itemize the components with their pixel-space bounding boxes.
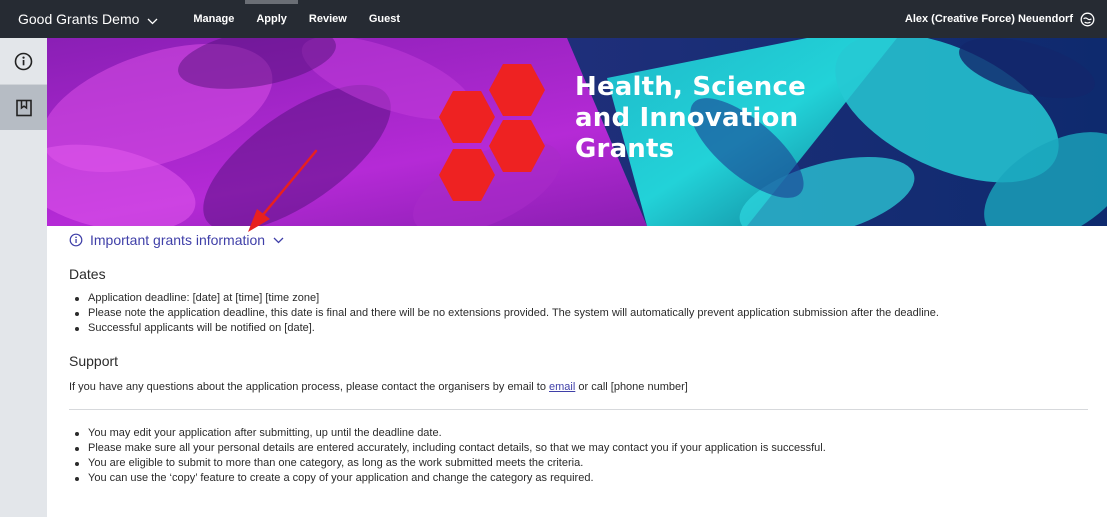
important-info-label: Important grants information <box>90 232 266 248</box>
sidebar-info-button[interactable] <box>0 38 47 84</box>
nav-review[interactable]: Review <box>298 0 358 38</box>
user-name: Alex (Creative Force) Neuendorf <box>904 13 1073 25</box>
top-navbar: Good Grants Demo Manage Apply Review Gue… <box>0 0 1107 38</box>
chevron-down-icon <box>147 12 158 28</box>
list-item: You may edit your application after subm… <box>69 426 826 441</box>
list-item: You are eligible to submit to more than … <box>69 456 826 471</box>
divider <box>69 409 1088 410</box>
hero-banner: Health, Science and Innovation Grants <box>47 38 1107 226</box>
nav-manage[interactable]: Manage <box>182 0 245 38</box>
list-item: Application deadline: [date] at [time] [… <box>69 291 939 306</box>
list-item: Please make sure all your personal detai… <box>69 441 826 456</box>
bookmark-icon <box>15 99 32 116</box>
list-item: Successful applicants will be notified o… <box>69 321 939 336</box>
nav-apply[interactable]: Apply <box>245 0 298 38</box>
info-circle-icon <box>14 52 33 70</box>
sidebar-bookmark-button[interactable] <box>0 84 47 130</box>
notes-list: You may edit your application after subm… <box>69 426 826 486</box>
email-link[interactable]: email <box>549 381 575 393</box>
sidebar <box>0 38 47 517</box>
support-text: If you have any questions about the appl… <box>69 381 688 393</box>
account-switcher[interactable]: Good Grants Demo <box>18 11 158 28</box>
main-nav: Manage Apply Review Guest <box>182 0 411 38</box>
info-circle-icon <box>69 233 83 247</box>
support-heading: Support <box>69 353 119 369</box>
list-item: You can use the ‘copy’ feature to create… <box>69 471 826 486</box>
user-menu[interactable]: Alex (Creative Force) Neuendorf <box>905 0 1095 38</box>
brand-name: Good Grants Demo <box>18 11 140 27</box>
dates-heading: Dates <box>69 266 106 282</box>
nav-guest[interactable]: Guest <box>358 0 411 38</box>
list-item: Please note the application deadline, th… <box>69 306 939 321</box>
important-info-toggle[interactable]: Important grants information <box>69 232 284 248</box>
dates-list: Application deadline: [date] at [time] [… <box>69 291 939 336</box>
user-avatar-icon <box>1080 12 1095 26</box>
banner-title: Health, Science and Innovation Grants <box>575 72 806 164</box>
chevron-down-icon <box>273 237 284 243</box>
